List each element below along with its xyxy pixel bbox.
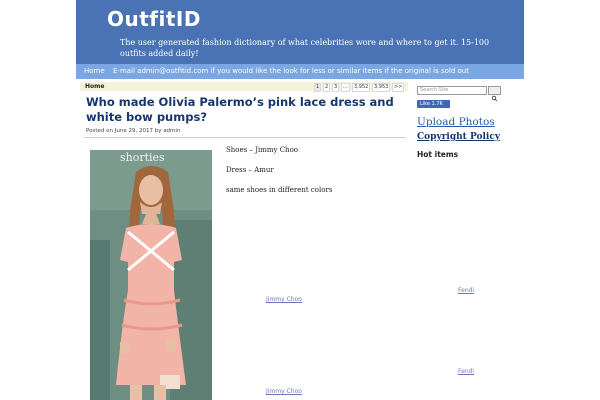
site-title[interactable]: OutfitID	[107, 7, 201, 31]
search-button[interactable]	[488, 86, 501, 102]
shop-link-fendi[interactable]: Fendi	[458, 287, 474, 294]
shop-link-jimmy-choo[interactable]: Jimmy Choo	[266, 296, 302, 303]
nav-email-link[interactable]: E-mail admin@outfitid.com if you would l…	[113, 67, 469, 75]
page-link[interactable]: 3,952	[352, 83, 371, 92]
facebook-like-label: Like 1.7K	[420, 101, 443, 107]
shop-link-jimmy-choo[interactable]: Jimmy Choo	[266, 388, 302, 395]
site-header: OutfitID The user generated fashion dict…	[76, 0, 524, 64]
site-tagline: The user generated fashion dictionary of…	[120, 38, 490, 58]
dress-text: Dress – Amur	[226, 166, 274, 174]
copyright-policy-link[interactable]: Copyright Policy	[417, 132, 500, 142]
breadcrumb-home[interactable]: Home	[85, 83, 104, 90]
post-title[interactable]: Who made Olivia Palermo’s pink lace dres…	[86, 95, 406, 125]
page-link[interactable]: 3	[332, 83, 340, 92]
nav-home-link[interactable]: Home	[84, 67, 105, 75]
celebrity-photo[interactable]: shorties	[90, 150, 212, 400]
post-meta: Posted on June 29, 2017 by admin	[86, 128, 181, 134]
upload-photos-link[interactable]: Upload Photos	[417, 116, 495, 128]
hot-items-heading: Hot items	[417, 150, 459, 159]
photo-illustration: shorties	[90, 150, 212, 400]
page-next-link[interactable]: >>	[392, 83, 405, 92]
facebook-like-button[interactable]: Like 1.7K	[417, 100, 450, 108]
shoes-text: Shoes – Jimmy Choo	[226, 146, 298, 154]
shop-link-fendi[interactable]: Fendi	[458, 368, 474, 375]
page-link[interactable]: 2	[323, 83, 331, 92]
breadcrumb-bar: Home 1 2 3 ... 3,952 3,953 >>	[80, 82, 408, 92]
colors-text: same shoes in different colors	[226, 186, 333, 194]
main-nav: Home E-mail admin@outfitid.com if you wo…	[76, 64, 524, 79]
search-input[interactable]: Search Site	[417, 86, 487, 95]
page-ellipsis: ...	[341, 83, 350, 92]
search-icon	[491, 95, 498, 102]
page-wrapper: OutfitID The user generated fashion dict…	[76, 0, 524, 400]
photo-banner-text: shorties	[120, 151, 165, 164]
page-link-current[interactable]: 1	[314, 83, 322, 92]
divider	[84, 137, 406, 138]
page-link[interactable]: 3,953	[372, 83, 391, 92]
sidebar: Search Site Like 1.7K Upload Photos Copy…	[417, 84, 517, 184]
